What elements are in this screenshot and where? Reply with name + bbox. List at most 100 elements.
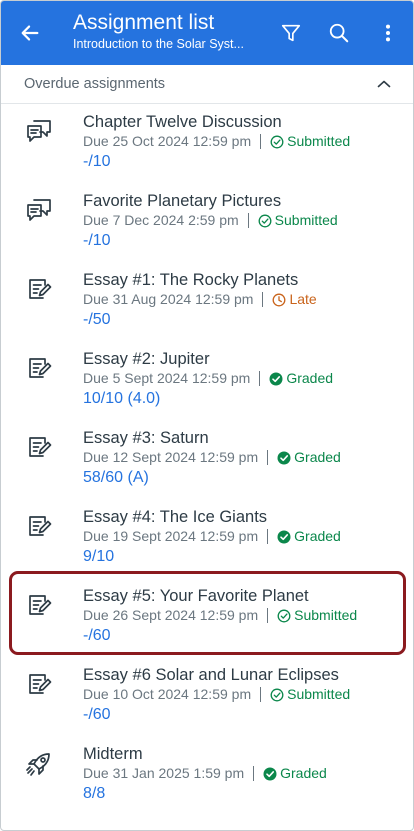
assignment-title: Essay #5: Your Favorite Planet (83, 587, 309, 605)
assignment-row[interactable]: Chapter Twelve Discussion Due 25 Oct 2024… (1, 104, 413, 183)
assignment-title: Chapter Twelve Discussion (83, 113, 282, 131)
due-date: Due 31 Aug 2024 12:59 pm (83, 291, 254, 307)
assignment-score: -/10 (83, 153, 111, 170)
page-title: Assignment list (73, 10, 215, 34)
assignment-row[interactable]: Essay #5: Your Favorite Planet Due 26 Sep… (1, 578, 413, 657)
graded-check-icon (269, 372, 283, 386)
assignment-details: Favorite Planetary Pictures Due 7 Dec 202… (83, 183, 413, 262)
assignment-title: Essay #4: The Ice Giants (83, 508, 268, 526)
assignment-score: 9/10 (83, 548, 115, 565)
meta-separator (267, 450, 269, 465)
assignment-score: 10/10 (4.0) (83, 390, 161, 407)
assignment-row[interactable]: Essay #2: Jupiter Due 5 Sept 2024 12:59 p… (1, 341, 413, 420)
status-label: Submitted (274, 212, 338, 228)
submitted-check-icon (270, 135, 284, 149)
discussion-icon (1, 183, 83, 262)
assignment-row[interactable]: Essay #1: The Rocky Planets Due 31 Aug 20… (1, 262, 413, 341)
assignment-details: Essay #4: The Ice Giants Due 19 Sept 2024… (83, 499, 413, 578)
assignment-meta: Due 31 Aug 2024 12:59 pm Late (83, 290, 413, 309)
assignment-meta: Due 26 Sept 2024 12:59 pm Submitted (83, 606, 413, 625)
status-label: Late (289, 291, 317, 307)
meta-separator (247, 213, 249, 228)
filter-button[interactable] (267, 1, 315, 65)
assignment-icon (1, 341, 83, 420)
more-vertical-icon (385, 24, 391, 42)
filter-icon (281, 24, 301, 42)
assignment-meta: Due 31 Jan 2025 1:59 pm Graded (83, 764, 413, 783)
search-button[interactable] (315, 1, 363, 65)
section-title: Overdue assignments (24, 76, 166, 92)
meta-separator (260, 134, 262, 149)
assignment-title: Midterm (83, 745, 143, 763)
due-date: Due 19 Sept 2024 12:59 pm (83, 528, 259, 544)
due-date: Due 5 Sept 2024 12:59 pm (83, 370, 251, 386)
assignment-score: -/10 (83, 232, 111, 249)
app-frame: Assignment list Introduction to the Sola… (0, 0, 414, 831)
assignment-details: Midterm Due 31 Jan 2025 1:59 pm Graded 8/8 (83, 736, 413, 815)
due-date: Due 12 Sept 2024 12:59 pm (83, 449, 259, 465)
assignment-list: Chapter Twelve Discussion Due 25 Oct 2024… (1, 104, 413, 815)
assignment-details: Essay #3: Saturn Due 12 Sept 2024 12:59 p… (83, 420, 413, 499)
meta-separator (267, 608, 269, 623)
meta-separator (259, 371, 261, 386)
assignment-icon (1, 578, 83, 657)
assignment-title: Essay #3: Saturn (83, 429, 209, 447)
chevron-up-icon (377, 80, 391, 88)
status-label: Graded (286, 370, 334, 386)
meta-separator (262, 292, 264, 307)
assignment-icon (1, 420, 83, 499)
back-button[interactable] (1, 1, 59, 65)
status-label: Submitted (287, 133, 351, 149)
search-icon (329, 23, 349, 43)
app-bar-titles: Assignment list Introduction to the Sola… (59, 10, 267, 53)
more-options-button[interactable] (363, 1, 413, 65)
course-subtitle: Introduction to the Solar Syst... (73, 36, 244, 51)
status-badge: Submitted (277, 606, 357, 625)
assignment-meta: Due 12 Sept 2024 12:59 pm Graded (83, 448, 413, 467)
assignment-row[interactable]: Essay #4: The Ice Giants Due 19 Sept 2024… (1, 499, 413, 578)
assignment-score: -/60 (83, 627, 111, 644)
status-label: Graded (280, 765, 327, 781)
assignment-title: Essay #1: The Rocky Planets (83, 271, 299, 289)
assignment-row[interactable]: Favorite Planetary Pictures Due 7 Dec 202… (1, 183, 413, 262)
back-arrow-icon (21, 25, 39, 41)
assignment-row[interactable]: Essay #6 Solar and Lunar Eclipses Due 10 … (1, 657, 413, 736)
assignment-details: Essay #5: Your Favorite Planet Due 26 Sep… (83, 578, 413, 657)
due-date: Due 31 Jan 2025 1:59 pm (83, 765, 245, 781)
submitted-check-icon (277, 609, 291, 623)
assignment-icon (1, 657, 83, 736)
status-badge: Submitted (270, 132, 350, 151)
status-badge: Graded (263, 764, 327, 783)
assignment-details: Chapter Twelve Discussion Due 25 Oct 2024… (83, 104, 413, 183)
status-badge: Late (272, 290, 317, 309)
submitted-check-icon (258, 214, 272, 228)
overdue-section-header[interactable]: Overdue assignments (1, 65, 413, 104)
status-badge: Graded (269, 369, 333, 388)
assignment-meta: Due 19 Sept 2024 12:59 pm Graded (83, 527, 413, 546)
assignment-meta: Due 10 Oct 2024 12:59 pm Submitted (83, 685, 413, 704)
assignment-details: Essay #2: Jupiter Due 5 Sept 2024 12:59 p… (83, 341, 413, 420)
status-label: Submitted (287, 686, 351, 702)
due-date: Due 26 Sept 2024 12:59 pm (83, 607, 259, 623)
due-date: Due 25 Oct 2024 12:59 pm (83, 133, 252, 149)
assignment-details: Essay #1: The Rocky Planets Due 31 Aug 20… (83, 262, 413, 341)
assignment-icon (1, 262, 83, 341)
assignment-meta: Due 5 Sept 2024 12:59 pm Graded (83, 369, 413, 388)
graded-check-icon (263, 767, 277, 781)
status-label: Graded (294, 528, 341, 544)
late-clock-icon (272, 293, 286, 307)
assignment-title: Essay #2: Jupiter (83, 350, 210, 368)
status-badge: Submitted (258, 211, 338, 230)
assignment-title: Essay #6 Solar and Lunar Eclipses (83, 666, 339, 684)
assignment-meta: Due 7 Dec 2024 2:59 pm Submitted (83, 211, 413, 230)
assignment-row[interactable]: Midterm Due 31 Jan 2025 1:59 pm Graded 8/8 (1, 736, 413, 815)
assignment-row[interactable]: Essay #3: Saturn Due 12 Sept 2024 12:59 p… (1, 420, 413, 499)
meta-separator (267, 529, 269, 544)
status-badge: Graded (277, 527, 341, 546)
status-label: Submitted (294, 607, 358, 623)
quiz-rocket-icon (1, 736, 83, 815)
meta-separator (260, 687, 262, 702)
discussion-icon (1, 104, 83, 183)
assignment-score: 58/60 (A) (83, 469, 149, 486)
assignment-details: Essay #6 Solar and Lunar Eclipses Due 10 … (83, 657, 413, 736)
